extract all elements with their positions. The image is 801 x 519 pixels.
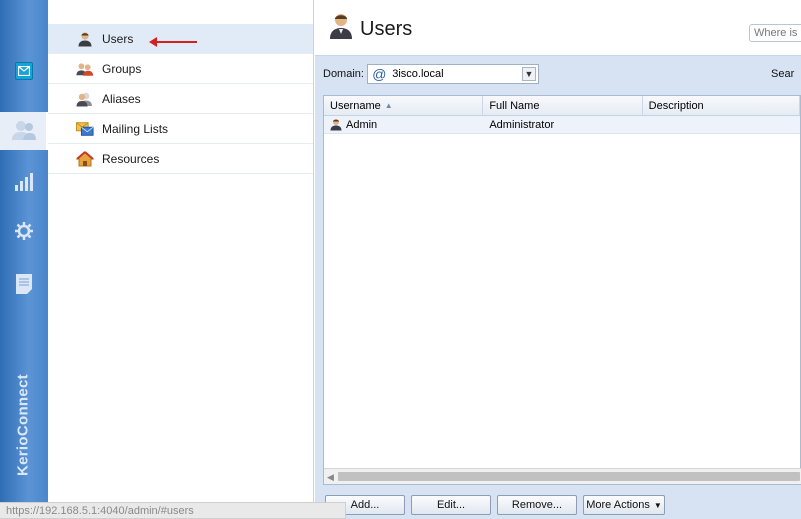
user-icon xyxy=(76,31,94,47)
domain-value: 3isco.local xyxy=(392,68,444,80)
cell-description xyxy=(643,116,800,133)
domain-toolbar: Domain: @ 3isco.local ▼ Sear xyxy=(315,56,801,92)
nav-item-resources[interactable]: Resources xyxy=(48,144,313,174)
scroll-thumb[interactable] xyxy=(338,472,800,481)
document-icon xyxy=(15,273,33,298)
more-actions-button[interactable]: More Actions ▼ xyxy=(583,495,665,515)
nav-item-mailing-lists[interactable]: Mailing Lists xyxy=(48,114,313,144)
user-icon xyxy=(330,118,342,131)
browser-status-url: https://192.168.5.1:4040/admin/#users xyxy=(0,502,346,519)
users-icon xyxy=(11,119,37,144)
domain-label: Domain: xyxy=(323,68,364,80)
scroll-left-icon[interactable]: ◀ xyxy=(327,472,334,483)
chevron-down-icon: ▼ xyxy=(653,500,662,510)
rail-logs-button[interactable] xyxy=(0,268,48,302)
alias-icon xyxy=(76,91,94,107)
app-rail: KerioConnect xyxy=(0,0,48,519)
rail-users-button[interactable] xyxy=(0,112,48,150)
main-panel: Users Where is ... Domain: @ 3isco.local… xyxy=(315,0,801,519)
nav-item-label: Resources xyxy=(102,151,160,166)
brand-text: KerioConnect xyxy=(14,374,32,476)
chevron-down-icon[interactable]: ▼ xyxy=(522,67,536,81)
column-label: Full Name xyxy=(489,99,540,112)
brand-logo: KerioConnect xyxy=(8,360,38,490)
nav-item-users[interactable]: Users xyxy=(48,24,313,54)
nav-panel: Users Groups Aliases Mailing Lists Resou… xyxy=(48,0,314,519)
stats-icon xyxy=(14,172,34,195)
global-search-input[interactable]: Where is ... xyxy=(749,24,801,42)
group-icon xyxy=(76,61,94,77)
page-title: Users xyxy=(360,18,413,40)
nav-item-label: Aliases xyxy=(102,91,141,106)
user-icon xyxy=(329,12,353,40)
users-table: Username ▲ Full Name Description Admin A… xyxy=(323,95,801,485)
full-name-text: Administrator xyxy=(489,118,555,131)
mailing-list-icon xyxy=(76,121,94,137)
cell-username: Admin xyxy=(324,116,483,133)
rail-settings-button[interactable] xyxy=(0,215,48,249)
mail-icon xyxy=(15,62,33,80)
annotation-arrow-users xyxy=(149,37,197,47)
remove-button[interactable]: Remove... xyxy=(497,495,577,515)
rail-stats-button[interactable] xyxy=(0,166,48,200)
at-icon: @ xyxy=(372,66,387,82)
gear-icon xyxy=(14,221,34,244)
nav-item-label: Groups xyxy=(102,61,142,76)
nav-item-label: Mailing Lists xyxy=(102,121,169,136)
nav-item-aliases[interactable]: Aliases xyxy=(48,84,313,114)
column-full-name[interactable]: Full Name xyxy=(483,96,643,115)
rail-mail-button[interactable] xyxy=(0,56,48,86)
sort-ascending-icon: ▲ xyxy=(384,101,393,110)
username-text: Admin xyxy=(346,118,378,131)
column-label: Username xyxy=(330,99,381,112)
horizontal-scrollbar[interactable]: ◀ xyxy=(324,468,801,484)
column-description[interactable]: Description xyxy=(643,96,800,115)
resource-icon xyxy=(76,150,94,167)
column-username[interactable]: Username ▲ xyxy=(324,96,484,115)
column-label: Description xyxy=(648,99,704,112)
nav-list: Users Groups Aliases Mailing Lists Resou… xyxy=(48,24,313,174)
search-label[interactable]: Sear xyxy=(771,68,801,80)
domain-select[interactable]: @ 3isco.local ▼ xyxy=(367,64,539,84)
page-header: Users Where is ... xyxy=(315,0,801,56)
table-row[interactable]: Admin Administrator xyxy=(324,116,800,134)
nav-item-label: Users xyxy=(102,31,134,46)
table-header: Username ▲ Full Name Description xyxy=(324,96,800,116)
nav-item-groups[interactable]: Groups xyxy=(48,54,313,84)
more-actions-label: More Actions xyxy=(586,499,650,511)
edit-button[interactable]: Edit... xyxy=(411,495,491,515)
cell-full-name: Administrator xyxy=(483,116,642,133)
action-bar: Add... Edit... Remove... More Actions ▼ xyxy=(315,487,801,519)
